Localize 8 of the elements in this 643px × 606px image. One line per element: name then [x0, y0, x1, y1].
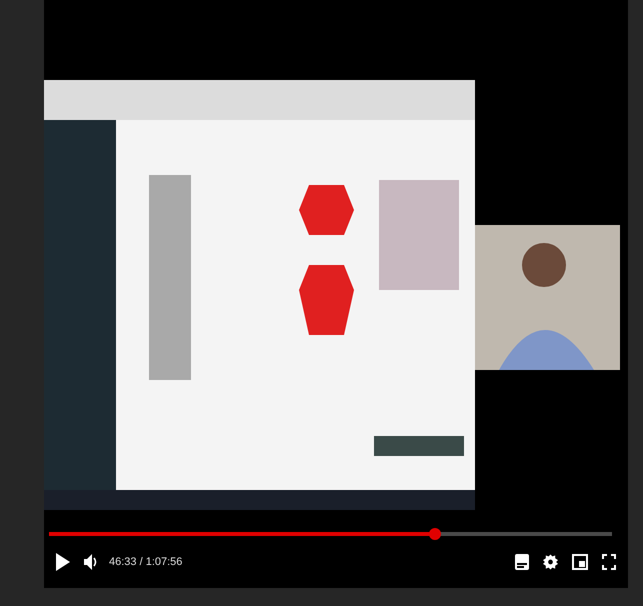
settings-icon[interactable]	[543, 554, 558, 570]
play-icon[interactable]	[56, 553, 70, 571]
subtitles-icon[interactable]	[515, 554, 529, 570]
fullscreen-icon[interactable]	[602, 554, 616, 570]
time-display: 46:33 / 1:07:56	[109, 554, 182, 570]
miniplayer-icon[interactable]	[572, 554, 588, 570]
volume-icon[interactable]	[84, 554, 98, 570]
progress-handle[interactable]	[429, 528, 442, 540]
